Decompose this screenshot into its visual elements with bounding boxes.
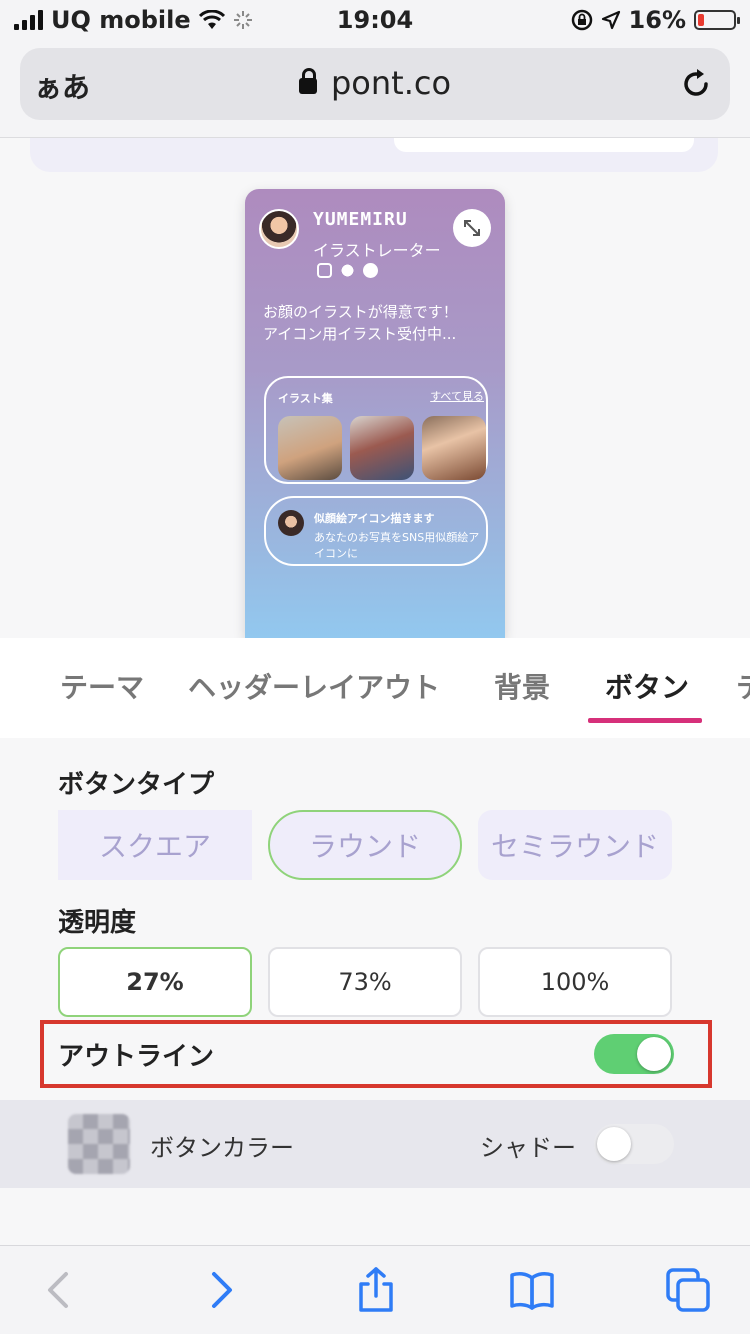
tab-theme[interactable]: テーマ <box>60 666 144 706</box>
settings-tabs: テーマ ヘッダーレイアウト 背景 ボタン テ <box>0 638 750 738</box>
outline-label: アウトライン <box>58 1042 215 1072</box>
battery-icon <box>694 10 740 30</box>
page-top-fragment <box>30 138 718 172</box>
forward-icon[interactable] <box>196 1266 244 1314</box>
button-type-round[interactable]: ラウンド <box>268 810 462 880</box>
opacity-option-73[interactable]: 73% <box>268 947 462 1017</box>
tab-header-layout[interactable]: ヘッダーレイアウト <box>188 666 440 706</box>
address-bar[interactable]: ぁあ pont.co <box>20 48 730 120</box>
tab-active-indicator <box>588 718 702 723</box>
button-type-semiround[interactable]: セミラウンド <box>478 810 672 880</box>
expand-preview-button[interactable] <box>453 209 491 247</box>
url-display[interactable]: pont.co <box>20 64 730 102</box>
browser-address-area: ぁあ pont.co <box>0 40 750 138</box>
tab-next[interactable]: テ <box>736 666 750 706</box>
opacity-option-100[interactable]: 100% <box>478 947 672 1017</box>
link-avatar <box>278 510 304 536</box>
orientation-lock-icon <box>571 9 592 31</box>
profile-name: YUMEMIRU <box>313 209 408 230</box>
reload-icon[interactable] <box>678 66 714 102</box>
gallery-thumb[interactable] <box>278 416 342 480</box>
shadow-label: シャドー <box>480 1134 576 1162</box>
gallery-thumb[interactable] <box>350 416 414 480</box>
link-description: あなたのお写真をSNS用似顔絵アイコンに <box>314 531 480 560</box>
location-icon <box>601 10 620 30</box>
toggle-knob <box>597 1127 631 1161</box>
button-type-square[interactable]: スクエア <box>58 810 252 880</box>
gallery-title: イラスト集 <box>278 392 333 405</box>
button-type-heading: ボタンタイプ <box>58 770 215 800</box>
outline-toggle[interactable] <box>594 1034 674 1074</box>
opacity-heading: 透明度 <box>58 908 137 938</box>
settings-panel: テーマ ヘッダーレイアウト 背景 ボタン テ ボタンタイプ スクエア ラウンド … <box>0 638 750 1245</box>
expand-icon <box>464 220 480 236</box>
tabs-icon[interactable] <box>664 1266 712 1314</box>
avatar <box>259 209 299 249</box>
status-bar: UQ mobile 19:04 16% <box>0 0 750 40</box>
lock-icon <box>298 68 317 94</box>
bookmarks-icon[interactable] <box>508 1266 556 1314</box>
shadow-toggle[interactable] <box>594 1124 674 1164</box>
social-icons <box>317 263 378 278</box>
domain-text: pont.co <box>330 64 452 102</box>
browser-toolbar <box>0 1245 750 1334</box>
profile-bio: お顔のイラストが得意です！ アイコン用イラスト受付中... <box>263 303 458 343</box>
button-color-swatch[interactable] <box>68 1114 130 1174</box>
back-icon[interactable] <box>36 1266 84 1314</box>
tab-button[interactable]: ボタン <box>605 666 689 706</box>
gallery-block[interactable]: イラスト集 すべて見る <box>264 376 488 484</box>
outline-row-highlight: アウトライン <box>40 1020 712 1088</box>
link-button-preview[interactable]: 似顔絵アイコン描きます あなたのお写真をSNS用似顔絵アイコンに <box>264 496 488 566</box>
gallery-thumb[interactable] <box>422 416 486 480</box>
button-color-row: ボタンカラー シャドー <box>0 1100 750 1188</box>
share-icon[interactable] <box>352 1266 400 1314</box>
gallery-see-all-link[interactable]: すべて見る <box>430 388 484 404</box>
toggle-knob <box>637 1037 671 1071</box>
instagram-icon[interactable] <box>317 263 332 278</box>
status-right: 16% <box>571 6 740 34</box>
tab-background[interactable]: 背景 <box>494 666 550 706</box>
profile-preview: YUMEMIRU イラストレーター お顔のイラストが得意です！ アイコン用イラス… <box>245 189 505 638</box>
gallery-thumbnails <box>278 416 486 480</box>
opacity-option-27[interactable]: 27% <box>58 947 252 1017</box>
button-color-label: ボタンカラー <box>150 1134 294 1162</box>
facebook-icon[interactable] <box>363 263 378 278</box>
twitter-icon[interactable] <box>340 263 355 278</box>
link-title: 似顔絵アイコン描きます <box>314 512 435 525</box>
battery-percent: 16% <box>628 6 686 34</box>
profile-role: イラストレーター <box>313 241 441 260</box>
